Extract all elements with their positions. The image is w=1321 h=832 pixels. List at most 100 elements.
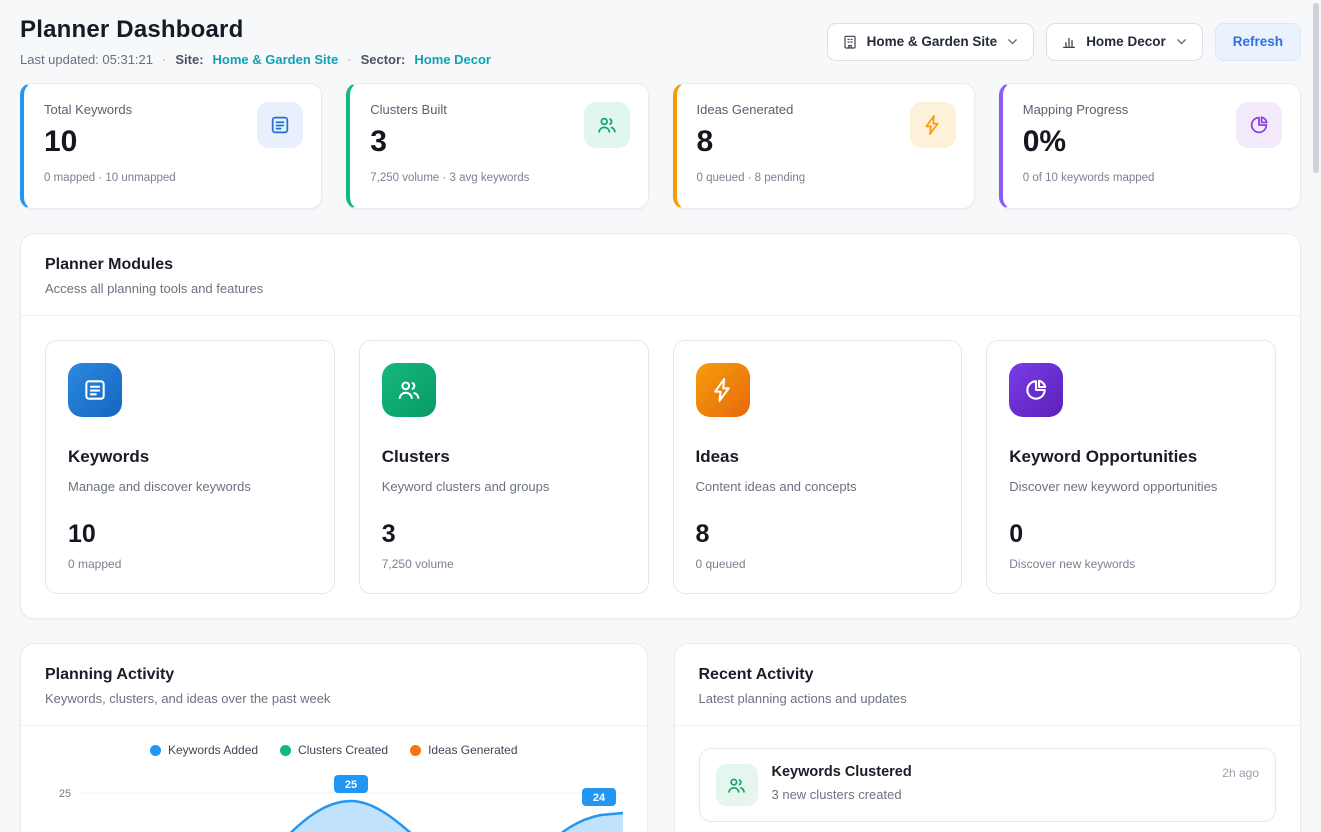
refresh-button[interactable]: Refresh — [1215, 23, 1301, 61]
document-icon — [68, 363, 122, 417]
topbar-actions: Home & Garden Site Home Decor Refresh — [827, 23, 1301, 61]
pie-chart-icon — [1236, 102, 1282, 148]
users-icon — [584, 102, 630, 148]
activity-title: Keywords Clustered — [772, 764, 1209, 780]
stat-label: Mapping Progress — [1023, 102, 1155, 117]
module-sub: 7,250 volume — [382, 557, 626, 571]
users-icon — [716, 764, 758, 806]
legend-dot — [410, 745, 421, 756]
stat-card-total-keywords: Total Keywords 10 0 mapped · 10 unmapped — [20, 83, 322, 209]
sector-link[interactable]: Home Decor — [414, 52, 491, 67]
module-title: Ideas — [696, 447, 940, 467]
site-label: Site: — [175, 52, 203, 67]
module-desc: Keyword clusters and groups — [382, 479, 626, 494]
planning-activity-chart: 25 25 24 — [45, 767, 625, 832]
chevron-down-icon — [1006, 35, 1019, 48]
site-link[interactable]: Home & Garden Site — [213, 52, 339, 67]
sector-dropdown[interactable]: Home Decor — [1046, 23, 1203, 61]
stat-card-text: Total Keywords 10 0 mapped · 10 unmapped — [44, 102, 176, 192]
planner-modules-panel: Planner Modules Access all planning tool… — [20, 233, 1301, 619]
stat-card-text: Ideas Generated 8 0 queued · 8 pending — [697, 102, 806, 192]
activity-timestamp: 2h ago — [1222, 764, 1259, 780]
module-value: 3 — [382, 520, 626, 549]
stat-value: 8 — [697, 125, 806, 159]
module-card-clusters[interactable]: Clusters Keyword clusters and groups 3 7… — [359, 340, 649, 594]
pie-chart-icon — [1009, 363, 1063, 417]
stat-card-text: Clusters Built 3 7,250 volume · 3 avg ke… — [370, 102, 529, 192]
bolt-icon — [910, 102, 956, 148]
section-subtitle: Latest planning actions and updates — [699, 691, 1277, 706]
scrollbar-thumb[interactable] — [1313, 3, 1319, 173]
legend-label: Keywords Added — [168, 743, 258, 757]
module-title: Clusters — [382, 447, 626, 467]
chart-area: 25 25 24 — [21, 765, 647, 832]
section-title: Planner Modules — [45, 256, 1276, 274]
topbar-left: Planner Dashboard Last updated: 05:31:21… — [20, 16, 491, 67]
legend-label: Ideas Generated — [428, 743, 517, 757]
scrollbar[interactable] — [1311, 0, 1321, 832]
stat-label: Clusters Built — [370, 102, 529, 117]
modules-grid: Keywords Manage and discover keywords 10… — [21, 316, 1300, 618]
planning-activity-header: Planning Activity Keywords, clusters, an… — [21, 644, 647, 726]
legend-label: Clusters Created — [298, 743, 388, 757]
module-sub: Discover new keywords — [1009, 557, 1253, 571]
site-dropdown-label: Home & Garden Site — [867, 34, 998, 49]
stat-card-mapping-progress: Mapping Progress 0% 0 of 10 keywords map… — [999, 83, 1301, 209]
page-title: Planner Dashboard — [20, 16, 491, 44]
chevron-down-icon — [1175, 35, 1188, 48]
svg-text:25: 25 — [59, 788, 71, 800]
bolt-icon — [696, 363, 750, 417]
module-title: Keywords — [68, 447, 312, 467]
section-subtitle: Access all planning tools and features — [45, 281, 1276, 296]
stat-card-ideas-generated: Ideas Generated 8 0 queued · 8 pending — [673, 83, 975, 209]
stat-card-clusters-built: Clusters Built 3 7,250 volume · 3 avg ke… — [346, 83, 648, 209]
users-icon — [382, 363, 436, 417]
legend-dot — [150, 745, 161, 756]
svg-text:25: 25 — [345, 779, 357, 791]
chart-legend: Keywords Added Clusters Created Ideas Ge… — [21, 726, 647, 765]
legend-item-ideas-generated: Ideas Generated — [410, 743, 517, 757]
section-title: Planning Activity — [45, 666, 623, 684]
recent-activity-panel: Recent Activity Latest planning actions … — [674, 643, 1302, 832]
module-desc: Discover new keyword opportunities — [1009, 479, 1253, 494]
module-desc: Manage and discover keywords — [68, 479, 312, 494]
bar-chart-icon — [1061, 34, 1077, 50]
module-value: 8 — [696, 520, 940, 549]
module-card-keywords[interactable]: Keywords Manage and discover keywords 10… — [45, 340, 335, 594]
activity-list: Keywords Clustered 3 new clusters create… — [675, 726, 1301, 832]
module-sub: 0 queued — [696, 557, 940, 571]
sector-dropdown-label: Home Decor — [1086, 34, 1166, 49]
document-icon — [257, 102, 303, 148]
module-card-keyword-opportunities[interactable]: Keyword Opportunities Discover new keywo… — [986, 340, 1276, 594]
module-desc: Content ideas and concepts — [696, 479, 940, 494]
legend-dot — [280, 745, 291, 756]
module-card-ideas[interactable]: Ideas Content ideas and concepts 8 0 que… — [673, 340, 963, 594]
module-value: 10 — [68, 520, 312, 549]
topbar: Planner Dashboard Last updated: 05:31:21… — [20, 16, 1301, 67]
stat-card-text: Mapping Progress 0% 0 of 10 keywords map… — [1023, 102, 1155, 192]
section-subtitle: Keywords, clusters, and ideas over the p… — [45, 691, 623, 706]
stats-row: Total Keywords 10 0 mapped · 10 unmapped… — [20, 83, 1301, 209]
planner-dashboard-page: Planner Dashboard Last updated: 05:31:21… — [0, 0, 1321, 832]
section-title: Recent Activity — [699, 666, 1277, 684]
stat-value: 0% — [1023, 125, 1155, 159]
stat-label: Total Keywords — [44, 102, 176, 117]
last-updated-text: Last updated: 05:31:21 — [20, 52, 153, 67]
building-icon — [842, 34, 858, 50]
stat-sub: 0 queued · 8 pending — [697, 172, 806, 184]
stat-label: Ideas Generated — [697, 102, 806, 117]
stat-sub: 0 mapped · 10 unmapped — [44, 172, 176, 184]
activity-desc: 3 new clusters created — [772, 787, 1209, 802]
stat-sub: 0 of 10 keywords mapped — [1023, 172, 1155, 184]
recent-activity-header: Recent Activity Latest planning actions … — [675, 644, 1301, 726]
module-value: 0 — [1009, 520, 1253, 549]
meta-separator: · — [162, 52, 166, 67]
stat-sub: 7,250 volume · 3 avg keywords — [370, 172, 529, 184]
list-item: Keywords Clustered 3 new clusters create… — [699, 748, 1277, 822]
header-meta: Last updated: 05:31:21 · Site: Home & Ga… — [20, 52, 491, 67]
module-sub: 0 mapped — [68, 557, 312, 571]
planning-activity-panel: Planning Activity Keywords, clusters, an… — [20, 643, 648, 832]
site-dropdown[interactable]: Home & Garden Site — [827, 23, 1035, 61]
module-title: Keyword Opportunities — [1009, 447, 1253, 467]
stat-value: 3 — [370, 125, 529, 159]
